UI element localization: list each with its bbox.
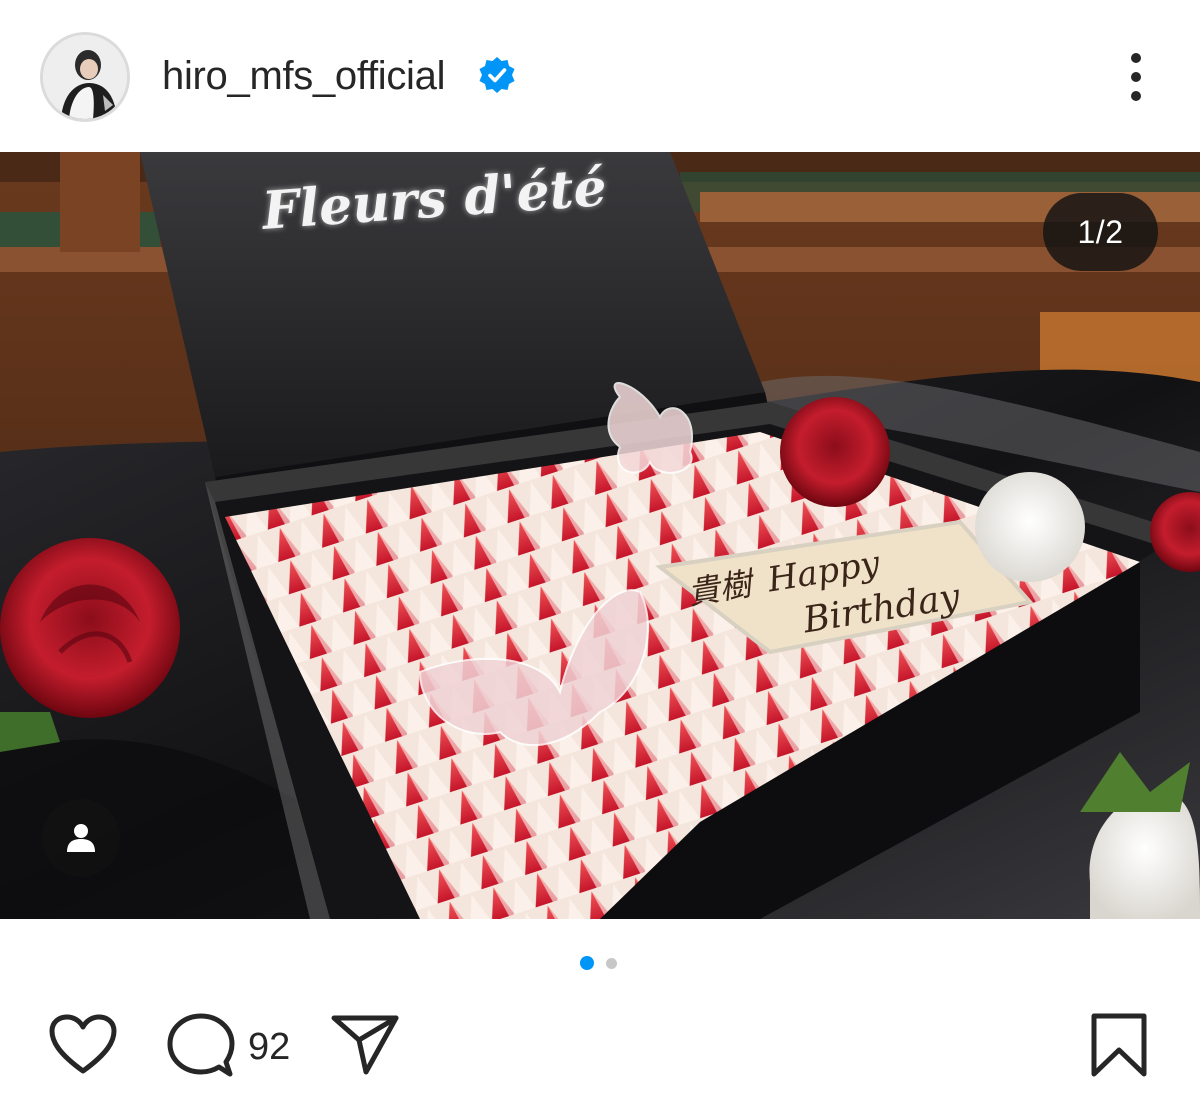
paper-plane-icon[interactable]: [330, 1014, 400, 1076]
carousel-dot[interactable]: [606, 958, 617, 969]
comment-icon[interactable]: [166, 1012, 236, 1078]
user-tag-icon: [67, 824, 95, 852]
avatar[interactable]: [43, 35, 127, 119]
more-vertical-icon[interactable]: [1110, 50, 1160, 106]
slide-counter: 1/2: [1043, 193, 1158, 271]
username[interactable]: hiro_mfs_official: [162, 51, 445, 101]
avatar-ring[interactable]: [40, 32, 130, 122]
post-image[interactable]: [0, 152, 1200, 919]
verified-badge-icon: [479, 57, 515, 93]
plaque-name: 貴樹: [684, 564, 755, 613]
comment-count[interactable]: 92: [248, 1024, 290, 1070]
bookmark-icon[interactable]: [1088, 1012, 1150, 1078]
user-tag-button[interactable]: [42, 799, 120, 877]
post-header: hiro_mfs_official: [0, 0, 1200, 152]
heart-icon[interactable]: [48, 1013, 118, 1077]
carousel-indicator: [0, 956, 1200, 970]
carousel-dot-active: [580, 956, 594, 970]
